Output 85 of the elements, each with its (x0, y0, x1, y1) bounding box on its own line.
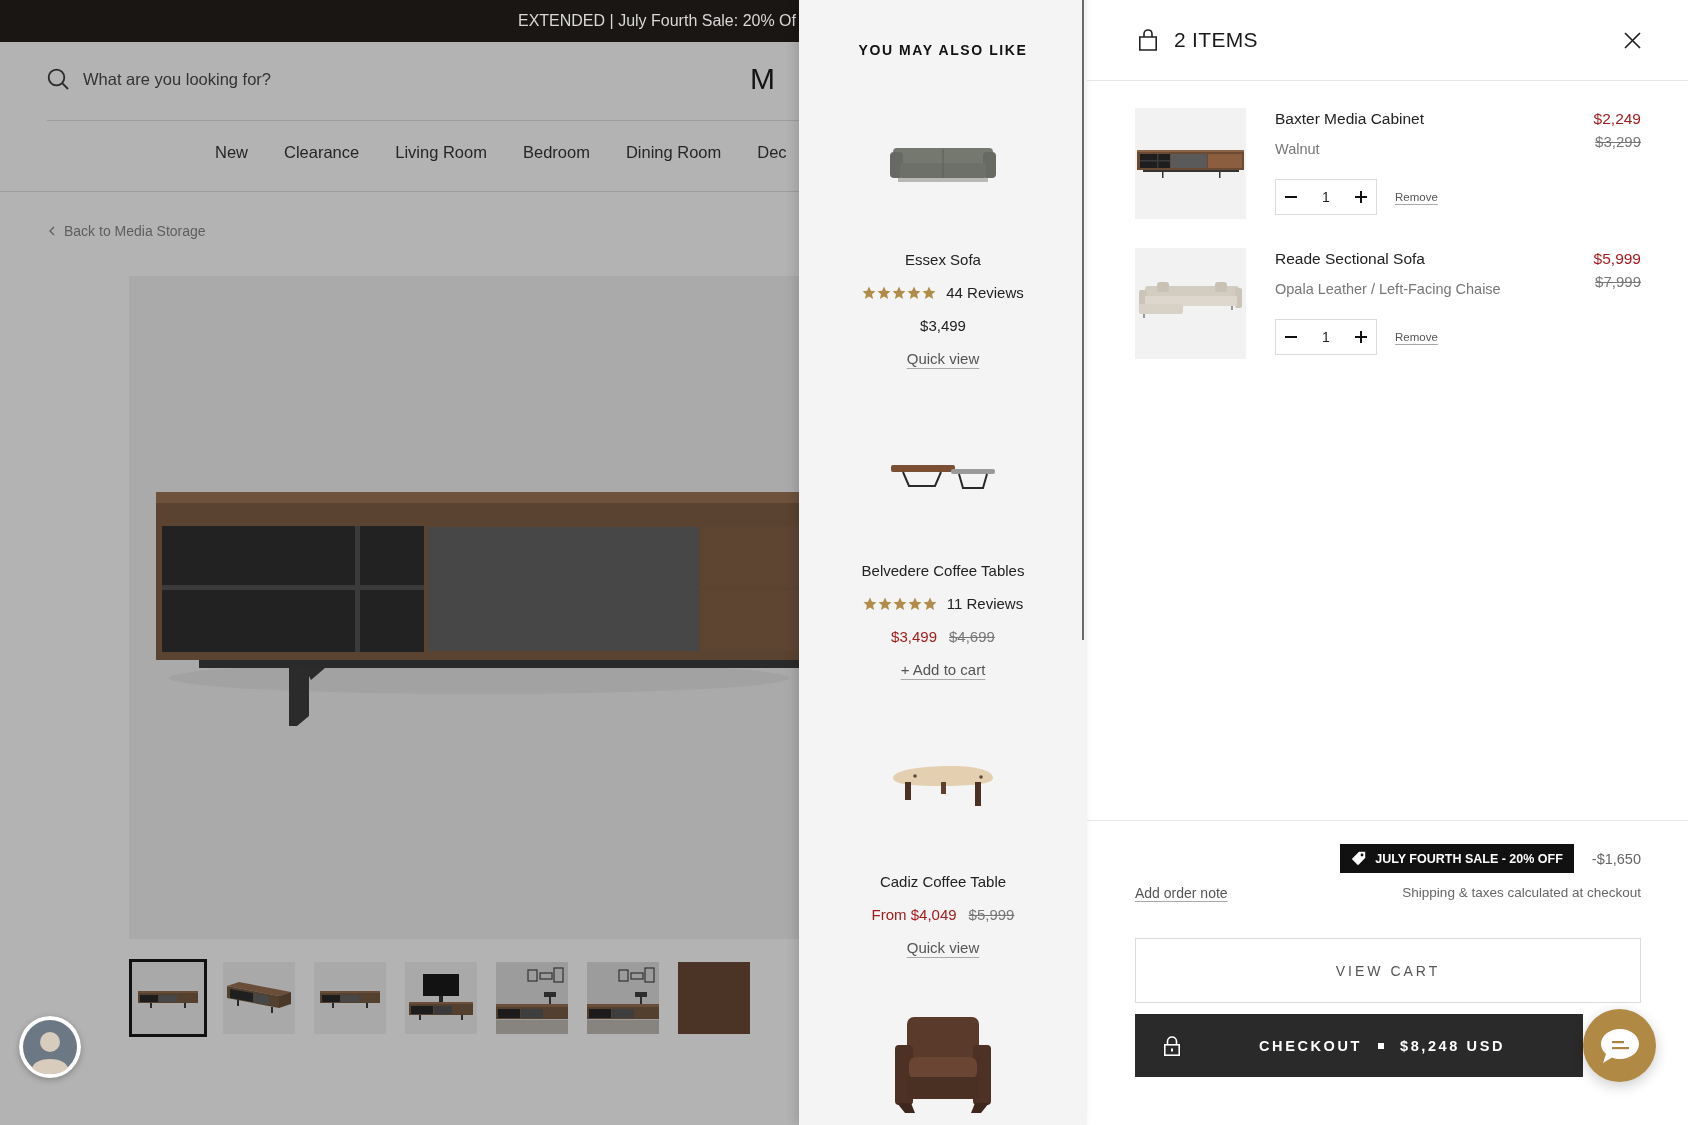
order-note-link[interactable]: Add order note (1135, 883, 1228, 903)
compare-price: $4,699 (949, 627, 995, 647)
cart-item-price: $5,999 (1593, 249, 1641, 269)
scrollbar-thumb[interactable] (1082, 0, 1084, 640)
remove-link[interactable]: Remove (1395, 331, 1438, 343)
swatch-icon (678, 962, 750, 1034)
product-action-link[interactable]: Quick view (906, 937, 980, 959)
plus-icon (1355, 331, 1367, 343)
thumbnail-button[interactable] (220, 959, 298, 1037)
increase-button[interactable] (1355, 331, 1367, 343)
cart-item-variant: Opala Leather / Left-Facing Chaise (1275, 280, 1501, 299)
compare-price: $7,999 (1595, 272, 1641, 292)
star-icon (877, 286, 892, 300)
product-price: $3,499 (920, 316, 966, 336)
product-action-link[interactable]: + Add to cart (900, 659, 986, 681)
cart-item-name[interactable]: Reade Sectional Sofa (1275, 248, 1425, 270)
discount-label: JULY FOURTH SALE - 20% OFF (1375, 851, 1563, 866)
increase-button[interactable] (1355, 191, 1367, 203)
star-icon (877, 597, 892, 611)
nav-link[interactable]: Bedroom (522, 143, 590, 162)
nav-link[interactable]: Dining Room (625, 143, 722, 162)
nav-link[interactable]: Dec (757, 143, 787, 162)
room-scene-drawing (496, 962, 568, 1034)
nav-link[interactable]: New (215, 143, 248, 162)
thumbnail-button[interactable] (493, 959, 571, 1037)
separator-icon (1378, 1042, 1384, 1049)
recommendations-title: YOU MAY ALSO LIKE (858, 41, 1028, 60)
close-icon (1624, 31, 1641, 49)
compare-price: $3,299 (1595, 132, 1641, 152)
logo[interactable]: M (750, 62, 775, 96)
thumbnail-button[interactable] (402, 959, 480, 1037)
star-icon (922, 286, 937, 300)
review-count[interactable]: 11 Reviews (946, 593, 1024, 615)
chevron-left-icon (49, 226, 55, 236)
product-price: $3,499 (891, 627, 937, 647)
product-price: From $4,049 (871, 905, 957, 925)
thumbnail-button[interactable] (675, 959, 753, 1037)
announcement-text: EXTENDED | July Fourth Sale: 20% Of (517, 12, 796, 30)
media-cabinet-drawing (132, 962, 204, 1034)
product-name[interactable]: Essex Sofa (905, 249, 981, 271)
compare-price: $5,999 (968, 905, 1015, 925)
coffee-tables-drawing[interactable] (891, 462, 995, 490)
thumbnail-button[interactable] (129, 959, 207, 1037)
media-cabinet-drawing (314, 962, 386, 1034)
nav-link[interactable]: Living Room (395, 143, 487, 162)
cart-item-variant: Walnut (1275, 140, 1320, 159)
cart-item-name[interactable]: Baxter Media Cabinet (1275, 108, 1425, 130)
star-icon (922, 597, 937, 611)
discount-amount: -$1,650 (1591, 850, 1641, 867)
thumbnail-button[interactable] (584, 959, 662, 1037)
shipping-note: Shipping & taxes calculated at checkout (1402, 884, 1641, 902)
tv-cabinet-drawing (405, 962, 477, 1034)
view-cart-button[interactable]: VIEW CART (1135, 938, 1641, 1003)
product-action-link[interactable]: Quick view (906, 348, 980, 370)
star-icon (892, 286, 907, 300)
remove-link[interactable]: Remove (1395, 191, 1438, 203)
cart-title: 2 ITEMS (1174, 28, 1258, 52)
quantity-value[interactable]: 1 (1322, 189, 1330, 205)
media-cabinet-drawing (223, 962, 295, 1034)
search-field[interactable]: What are you looking for? (83, 68, 293, 90)
review-count[interactable]: 44 Reviews (946, 282, 1024, 304)
quantity-value[interactable]: 1 (1322, 329, 1330, 345)
star-icon (907, 286, 922, 300)
star-icon (892, 597, 907, 611)
star-icon (862, 597, 877, 611)
armchair-drawing[interactable] (895, 1017, 991, 1113)
media-cabinet-drawing[interactable] (1135, 108, 1246, 219)
room-scene-drawing (587, 962, 659, 1034)
star-icon (862, 286, 877, 300)
tag-icon (1351, 851, 1367, 866)
lock-icon (1163, 1035, 1181, 1056)
sofa-drawing[interactable] (890, 147, 996, 183)
star-icon (907, 597, 922, 611)
product-name[interactable]: Cadiz Coffee Table (879, 871, 1007, 893)
search-icon[interactable] (47, 68, 69, 90)
cart-item-price: $2,249 (1593, 109, 1641, 129)
thumbnail-button[interactable] (311, 959, 389, 1037)
nav-link[interactable]: Clearance (284, 143, 360, 162)
product-name[interactable]: Belvedere Coffee Tables (861, 560, 1025, 582)
chat-bubble-icon (1599, 1027, 1640, 1064)
close-button[interactable] (1624, 31, 1641, 49)
bag-icon (1138, 29, 1158, 51)
checkout-button[interactable]: CHECKOUT $8,248 USD (1135, 1014, 1583, 1077)
avatar-icon[interactable] (19, 1016, 81, 1078)
plus-icon (1355, 191, 1367, 203)
